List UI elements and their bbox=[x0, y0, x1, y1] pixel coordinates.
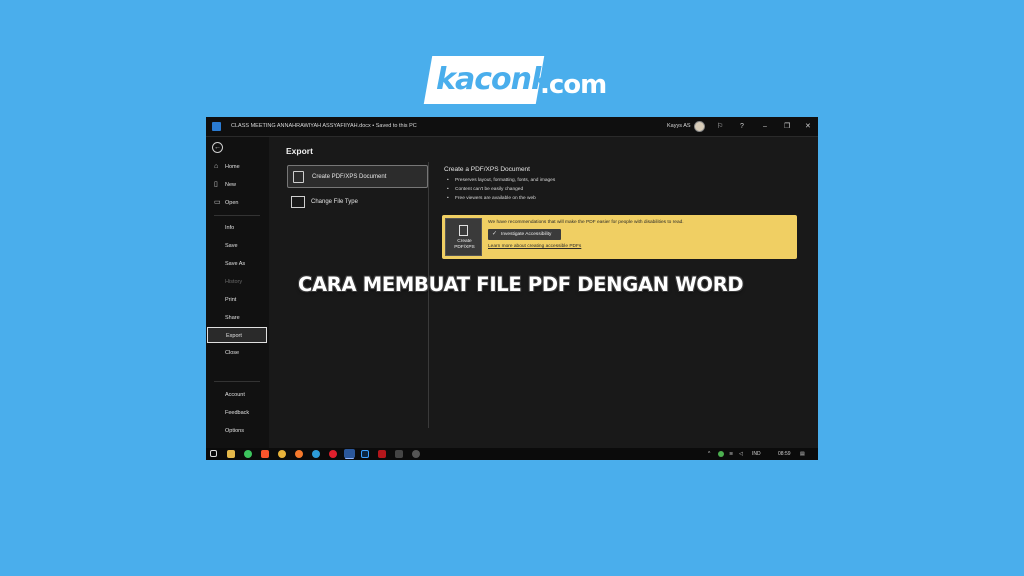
nav-save[interactable]: Save bbox=[206, 238, 269, 254]
taskbar: ^ ≋ ◁ IND 08:59 ▤ bbox=[206, 448, 818, 460]
back-arrow-icon[interactable]: ← bbox=[212, 142, 223, 153]
document-title: CLASS MEETING ANNAHRAWIYAH ASSYAFIIYAH.d… bbox=[231, 123, 417, 129]
title-bar: CLASS MEETING ANNAHRAWIYAH ASSYAFIIYAH.d… bbox=[206, 117, 818, 137]
wifi-icon[interactable]: ≋ bbox=[729, 450, 733, 458]
nav-label: Info bbox=[225, 225, 235, 231]
change-file-type-option[interactable]: Change File Type bbox=[287, 191, 428, 214]
nav-home[interactable]: ⌂ Home bbox=[206, 159, 269, 175]
callout-text: We have recommendations that will make t… bbox=[488, 220, 684, 225]
avatar[interactable] bbox=[694, 121, 705, 132]
edge-icon[interactable] bbox=[312, 450, 320, 458]
restore-icon[interactable]: ❐ bbox=[784, 122, 790, 131]
site-logo: kaconk .com bbox=[423, 56, 607, 104]
nav-label: Close bbox=[225, 350, 240, 356]
pdf-doc-icon bbox=[293, 171, 304, 183]
pdf-doc-icon bbox=[459, 225, 468, 236]
nav-history: History bbox=[206, 274, 269, 290]
nav-info[interactable]: Info bbox=[206, 220, 269, 236]
nav-share[interactable]: Share bbox=[206, 310, 269, 326]
media-icon[interactable] bbox=[395, 450, 403, 458]
nav-close[interactable]: Close bbox=[206, 345, 269, 361]
file-explorer-icon[interactable] bbox=[227, 450, 235, 458]
create-pdf-label: Create PDF/XPS bbox=[454, 239, 475, 250]
notification-icon[interactable]: ▤ bbox=[800, 450, 805, 458]
nav-label: Open bbox=[225, 200, 239, 206]
nav-save-as[interactable]: Save As bbox=[206, 256, 269, 272]
obs-icon[interactable] bbox=[412, 450, 420, 458]
nav-label: Export bbox=[226, 333, 242, 339]
detail-title: Create a PDF/XPS Document bbox=[444, 166, 530, 173]
nav-label: Save As bbox=[225, 261, 246, 267]
create-pdf-option[interactable]: Create PDF/XPS Document bbox=[287, 165, 428, 188]
list-item: Free viewers are available on the web bbox=[447, 194, 555, 203]
nav-export[interactable]: Export bbox=[207, 327, 267, 343]
minimize-icon[interactable]: – bbox=[763, 122, 767, 131]
investigate-label: Investigate Accessibility bbox=[501, 232, 552, 237]
word-icon bbox=[212, 122, 221, 131]
new-doc-icon: ▯ bbox=[214, 181, 218, 188]
word-taskbar-icon[interactable] bbox=[344, 449, 355, 458]
chrome-icon[interactable] bbox=[278, 450, 286, 458]
nav-label: Account bbox=[225, 392, 245, 398]
volume-icon[interactable]: ◁ bbox=[739, 450, 743, 458]
logo-brand: kaconk bbox=[436, 62, 551, 97]
nav-label: Share bbox=[225, 315, 240, 321]
language-indicator[interactable]: IND bbox=[752, 450, 761, 458]
nav-print[interactable]: Print bbox=[206, 292, 269, 308]
option-label: Create PDF/XPS Document bbox=[312, 174, 387, 180]
feature-list: Preserves layout, formatting, fonts, and… bbox=[447, 176, 555, 203]
tray-app-icon[interactable] bbox=[718, 451, 724, 457]
list-item: Preserves layout, formatting, fonts, and… bbox=[447, 176, 555, 185]
start-icon[interactable] bbox=[210, 450, 217, 457]
user-name[interactable]: Kayys AS bbox=[667, 123, 691, 129]
home-icon: ⌂ bbox=[214, 163, 219, 170]
nav-divider bbox=[214, 215, 260, 216]
option-label: Change File Type bbox=[311, 199, 358, 205]
nav-label: New bbox=[225, 182, 237, 188]
nav-account[interactable]: Account bbox=[206, 387, 269, 403]
nav-options[interactable]: Options bbox=[206, 423, 269, 439]
nav-new[interactable]: ▯ New bbox=[206, 177, 269, 193]
create-pdf-button[interactable]: Create PDF/XPS bbox=[445, 218, 482, 256]
brave-icon[interactable] bbox=[261, 450, 269, 458]
opera-icon[interactable] bbox=[329, 450, 337, 458]
list-item: Content can't be easily changed bbox=[447, 185, 555, 194]
photoshop-icon[interactable] bbox=[361, 450, 369, 458]
acrobat-icon[interactable] bbox=[378, 450, 386, 458]
chevron-up-icon[interactable]: ^ bbox=[708, 450, 710, 458]
nav-feedback[interactable]: Feedback bbox=[206, 405, 269, 421]
nav-label: Feedback bbox=[225, 410, 250, 416]
help-icon[interactable]: ? bbox=[740, 122, 744, 131]
investigate-accessibility-button[interactable]: ✓ Investigate Accessibility bbox=[488, 229, 561, 240]
close-icon[interactable]: ✕ bbox=[805, 122, 811, 131]
nav-label: Save bbox=[225, 243, 238, 249]
nav-label: Home bbox=[225, 164, 240, 170]
nav-divider bbox=[214, 381, 260, 382]
nav-label: History bbox=[225, 279, 243, 285]
folder-icon: ▭ bbox=[214, 199, 221, 206]
nav-open[interactable]: ▭ Open bbox=[206, 195, 269, 211]
article-headline: CARA MEMBUAT FILE PDF DENGAN WORD bbox=[298, 273, 744, 296]
clock[interactable]: 08:59 bbox=[778, 450, 791, 458]
accessibility-icon: ✓ bbox=[492, 231, 498, 237]
logo-tld: .com bbox=[540, 70, 607, 100]
backstage-nav: ← ⌂ Home ▯ New ▭ Open Info Save Save As … bbox=[206, 137, 269, 448]
whatsapp-icon[interactable] bbox=[244, 450, 252, 458]
accessibility-callout: Create PDF/XPS We have recommendations t… bbox=[442, 215, 797, 259]
nav-label: Print bbox=[225, 297, 237, 303]
feedback-icon[interactable]: ⚐ bbox=[717, 122, 723, 131]
firefox-icon[interactable] bbox=[295, 450, 303, 458]
learn-more-link[interactable]: Learn more about creating accessible PDF… bbox=[488, 244, 581, 249]
file-type-icon bbox=[291, 196, 305, 208]
nav-label: Options bbox=[225, 428, 244, 434]
page-title: Export bbox=[286, 146, 313, 156]
